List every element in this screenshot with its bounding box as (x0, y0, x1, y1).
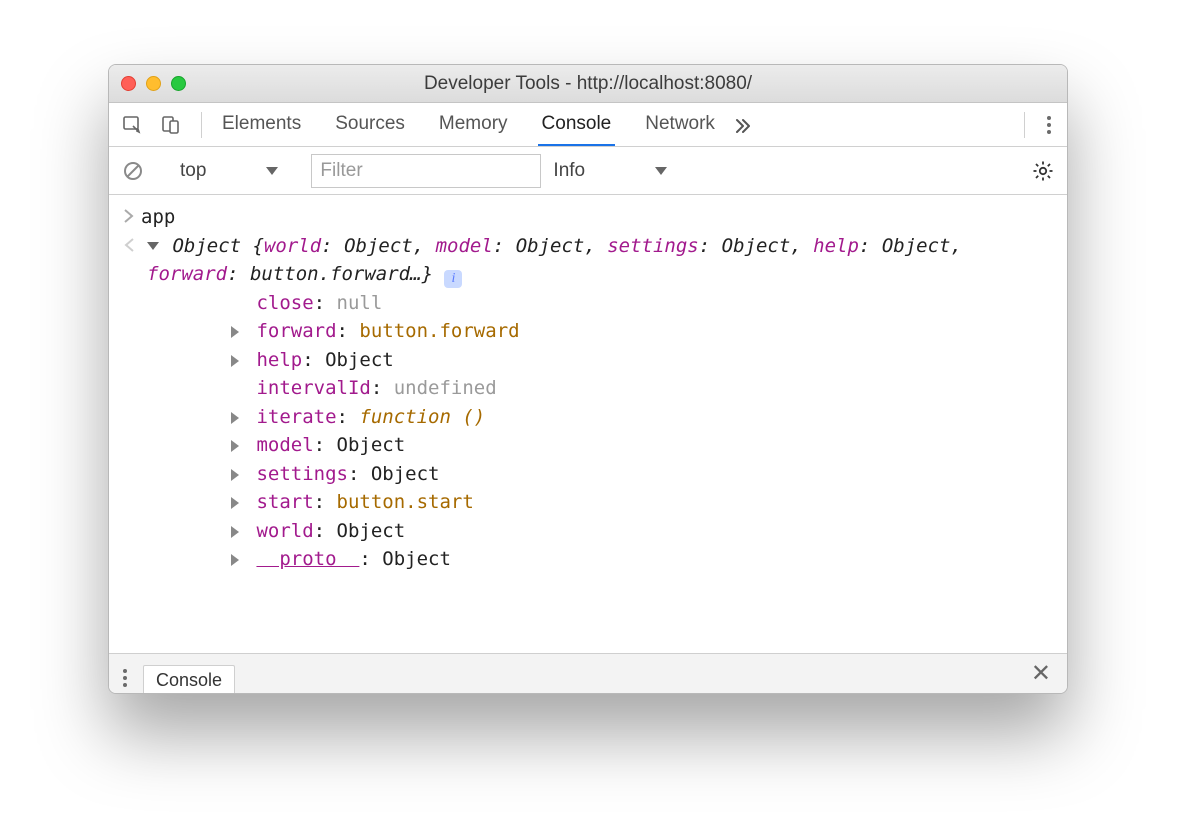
expand-toggle-icon[interactable] (231, 317, 245, 346)
log-level-label: Info (553, 160, 585, 182)
object-property[interactable]: proto : Object (231, 545, 1059, 574)
zoom-window-button[interactable] (171, 76, 186, 91)
filter-input[interactable] (311, 154, 541, 188)
object-property[interactable]: start: button.start (231, 488, 1059, 517)
tab-elements[interactable]: Elements (218, 103, 305, 146)
close-window-button[interactable] (121, 76, 136, 91)
object-property[interactable]: world: Object (231, 517, 1059, 546)
console-settings-icon[interactable] (1029, 157, 1057, 185)
expand-toggle-icon[interactable] (231, 517, 245, 546)
clear-console-icon[interactable] (119, 157, 147, 185)
object-property[interactable]: settings: Object (231, 460, 1059, 489)
object-summary-text: Object {world: Object, model: Object, se… (147, 235, 962, 286)
panel-tabs: Elements Sources Memory Console Network (218, 103, 719, 146)
expand-toggle-icon[interactable] (231, 431, 245, 460)
execution-context-label: top (180, 160, 206, 182)
console-body: app Object {world: Object, model: Object… (109, 195, 1067, 653)
tabs-bar: Elements Sources Memory Console Network (109, 103, 1067, 147)
chevron-left-icon (123, 238, 135, 252)
tab-network[interactable]: Network (641, 103, 719, 146)
expand-toggle-icon[interactable] (231, 346, 245, 375)
expand-toggle-icon[interactable] (147, 232, 161, 261)
tab-console[interactable]: Console (538, 103, 616, 146)
more-tabs-icon[interactable] (729, 111, 757, 139)
expand-toggle-icon[interactable] (231, 403, 245, 432)
drawer-tab-console[interactable]: Console (143, 665, 235, 694)
drawer-menu-icon[interactable] (117, 663, 133, 693)
object-properties: close: null forward: button.forward help… (147, 289, 1059, 574)
expand-toggle-icon[interactable] (231, 488, 245, 517)
info-icon[interactable]: i (444, 270, 462, 288)
object-property: intervalId: undefined (231, 374, 1059, 403)
minimize-window-button[interactable] (146, 76, 161, 91)
expand-toggle-icon[interactable] (231, 460, 245, 489)
object-property[interactable]: iterate: function () (231, 403, 1059, 432)
kebab-menu-icon[interactable] (1041, 110, 1057, 140)
chevron-down-icon (655, 167, 667, 175)
tab-sources[interactable]: Sources (331, 103, 409, 146)
device-toolbar-icon[interactable] (157, 111, 185, 139)
object-property: close: null (231, 289, 1059, 318)
console-toolbar: top Info (109, 147, 1067, 195)
object-property[interactable]: help: Object (231, 346, 1059, 375)
separator (1024, 112, 1025, 138)
execution-context-select[interactable]: top (171, 157, 287, 185)
expand-toggle-icon[interactable] (231, 545, 245, 574)
close-drawer-icon[interactable]: ✕ (1025, 659, 1057, 688)
log-level-select[interactable]: Info (553, 160, 667, 182)
traffic-lights (121, 76, 186, 91)
console-output-row: Object {world: Object, model: Object, se… (109, 232, 1067, 574)
chevron-right-icon (123, 209, 135, 223)
object-property[interactable]: model: Object (231, 431, 1059, 460)
window-title: Developer Tools - http://localhost:8080/ (109, 73, 1067, 95)
titlebar: Developer Tools - http://localhost:8080/ (109, 65, 1067, 103)
object-property[interactable]: forward: button.forward (231, 317, 1059, 346)
tab-memory[interactable]: Memory (435, 103, 512, 146)
drawer-bar: Console ✕ (109, 653, 1067, 693)
separator (201, 112, 202, 138)
devtools-window: Developer Tools - http://localhost:8080/… (108, 64, 1068, 694)
object-summary[interactable]: Object {world: Object, model: Object, se… (147, 232, 1059, 289)
console-input-row[interactable]: app (109, 203, 1067, 232)
chevron-down-icon (266, 167, 278, 175)
console-input-text: app (141, 203, 175, 232)
inspect-element-icon[interactable] (119, 111, 147, 139)
